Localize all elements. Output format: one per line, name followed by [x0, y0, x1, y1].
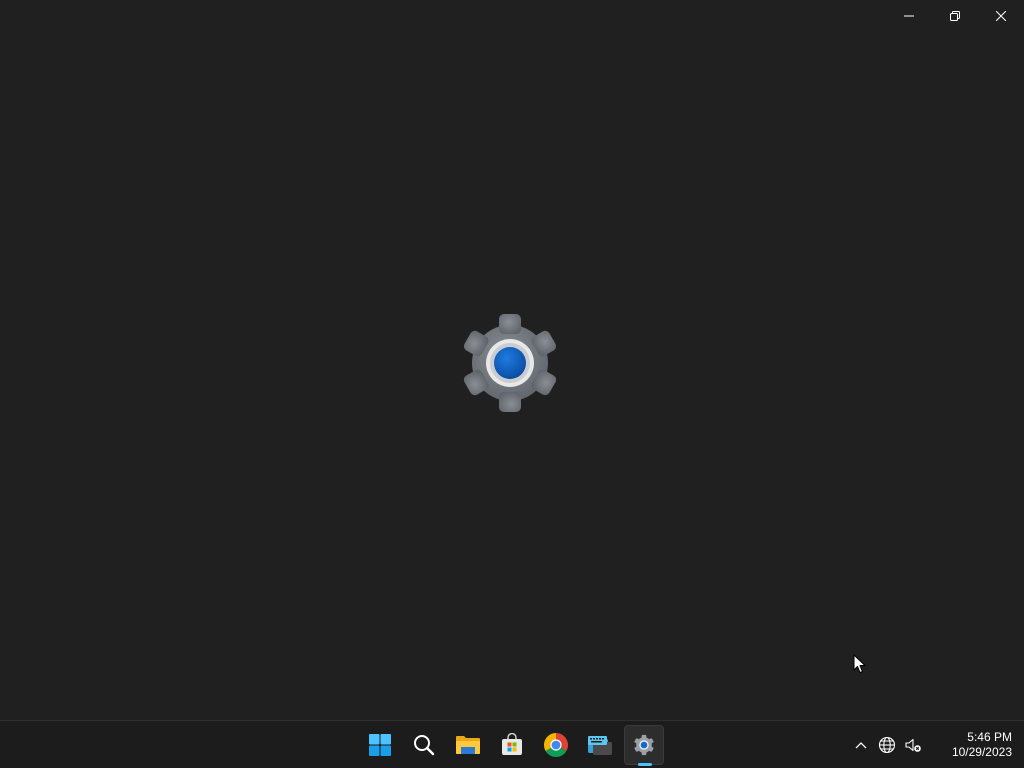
file-explorer-button[interactable]	[448, 725, 488, 765]
chrome-button[interactable]	[536, 725, 576, 765]
taskbar: 5:46 PM 10/29/2023	[0, 720, 1024, 768]
store-icon	[502, 733, 522, 755]
restore-icon	[950, 11, 960, 21]
chevron-up-icon	[855, 742, 867, 749]
settings-taskbar-button[interactable]	[624, 725, 664, 766]
minimize-button[interactable]	[886, 0, 932, 32]
settings-gear-icon	[462, 314, 558, 412]
touch-keyboard-button[interactable]	[580, 725, 620, 765]
chrome-icon	[544, 733, 568, 757]
system-tray: 5:46 PM 10/29/2023	[848, 721, 1024, 768]
clock-time: 5:46 PM	[967, 730, 1012, 744]
search-icon	[414, 735, 435, 756]
show-hidden-icons-button[interactable]	[849, 733, 873, 757]
folder-icon	[456, 736, 480, 754]
caption-buttons	[886, 0, 1024, 32]
close-icon	[996, 11, 1006, 21]
taskbar-apps	[358, 721, 666, 768]
search-button[interactable]	[404, 725, 444, 765]
speaker-muted-icon	[905, 738, 921, 752]
restore-button[interactable]	[932, 0, 978, 32]
volume-button[interactable]	[901, 733, 925, 757]
minimize-icon	[904, 15, 914, 17]
clock-button[interactable]: 5:46 PM 10/29/2023	[936, 730, 1012, 760]
gear-icon	[634, 734, 654, 756]
clock-date: 10/29/2023	[951, 745, 1012, 759]
settings-window	[0, 0, 1024, 720]
active-app-indicator	[638, 763, 652, 766]
keyboard-icon	[588, 736, 612, 755]
network-button[interactable]	[875, 733, 899, 757]
windows-logo-icon	[369, 734, 391, 756]
close-button[interactable]	[978, 0, 1024, 32]
globe-icon	[878, 736, 896, 754]
mouse-cursor-icon	[853, 654, 866, 673]
microsoft-store-button[interactable]	[492, 725, 532, 765]
start-button[interactable]	[360, 725, 400, 765]
